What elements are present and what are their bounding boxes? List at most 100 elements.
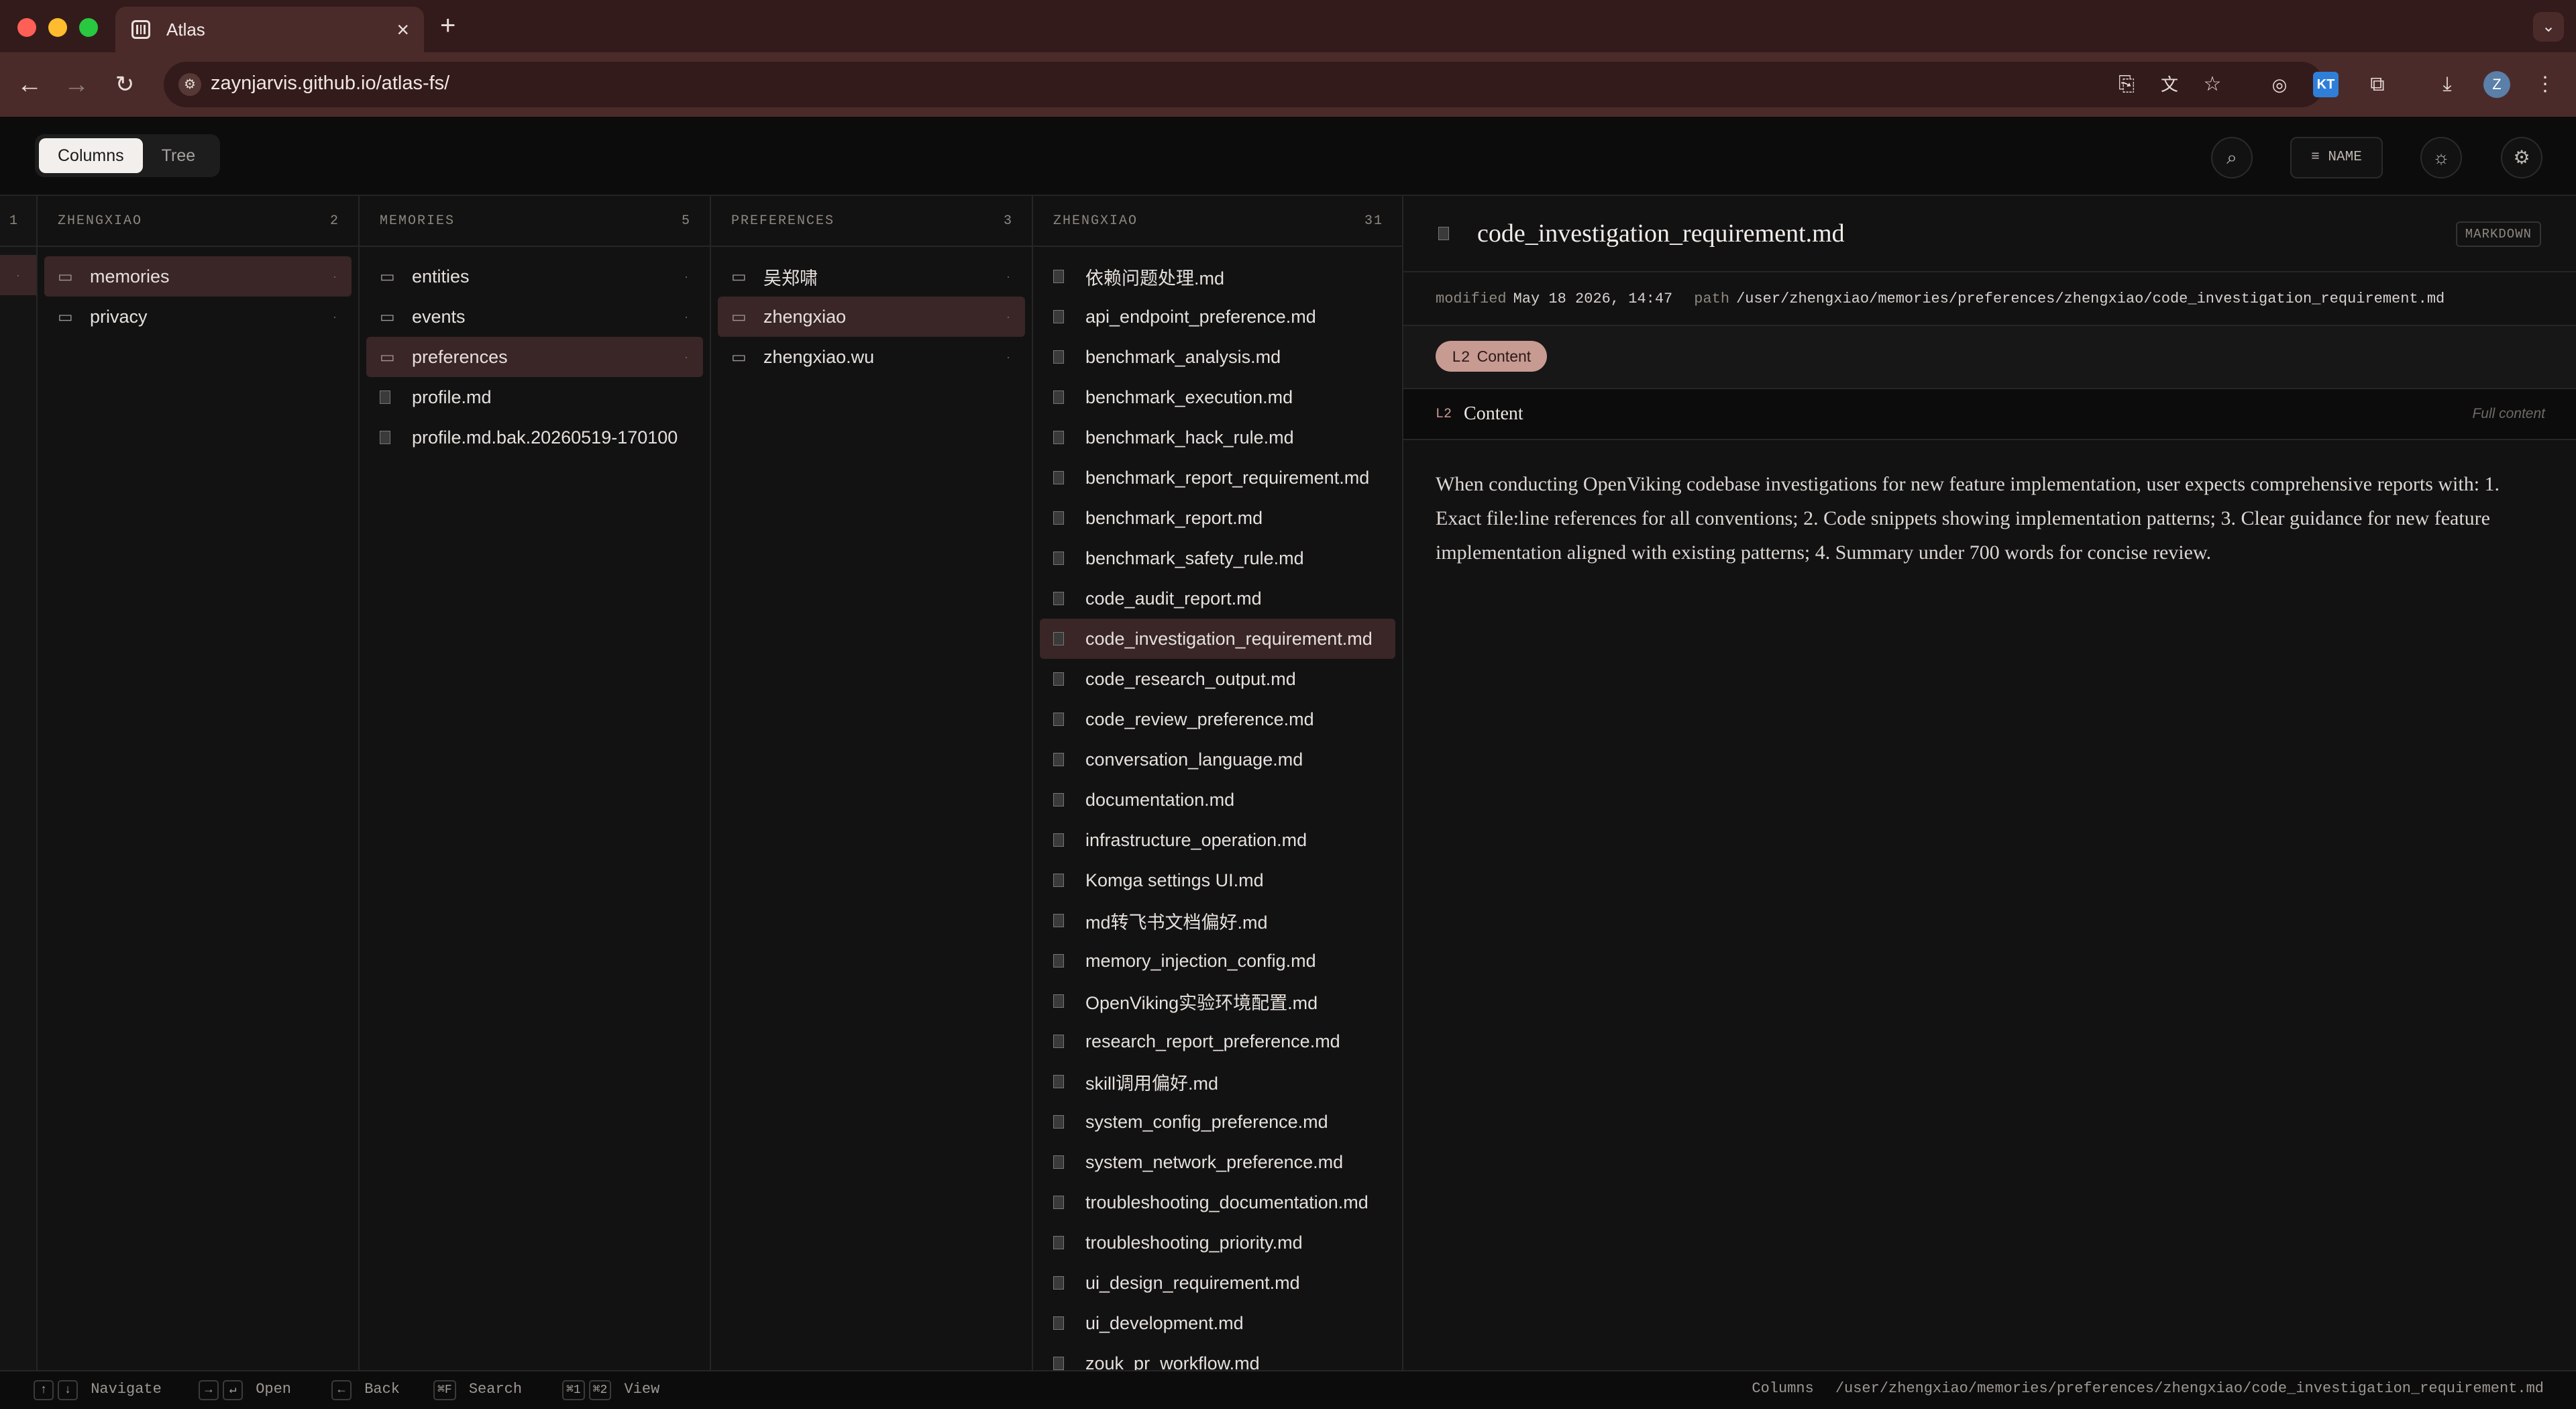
view-columns-button[interactable]: Columns	[39, 138, 143, 173]
folder-item[interactable]: ▭ events ·	[366, 297, 703, 337]
file-item[interactable]: skill调用偏好.md	[1040, 1061, 1395, 1102]
column-title: ZHENGXIAO	[58, 213, 143, 229]
folder-item[interactable]: ▭ 吴郑啸 ·	[718, 256, 1025, 297]
file-item[interactable]: troubleshooting_documentation.md	[1040, 1182, 1395, 1222]
search-icon[interactable]: ⌕	[2211, 137, 2253, 178]
file-item[interactable]: md转飞书文档偏好.md	[1040, 900, 1395, 941]
file-item[interactable]: system_network_preference.md	[1040, 1142, 1395, 1182]
browser-window: Atlas × + ⌄ ← → ↻ ⚙ zaynjarvis.github.io…	[0, 0, 2576, 1409]
sort-button[interactable]: ≡ NAME	[2290, 137, 2383, 178]
folder-item[interactable]: ▭ memories ·	[44, 256, 352, 297]
back-arrow-icon[interactable]: ←	[11, 66, 48, 103]
theme-sun-icon[interactable]: ☼	[2420, 137, 2462, 178]
tab-search-chevron-icon[interactable]: ⌄	[2533, 12, 2564, 42]
file-item[interactable]: benchmark_analysis.md	[1040, 337, 1395, 377]
file-item[interactable]: api_endpoint_preference.md	[1040, 297, 1395, 337]
site-settings-icon[interactable]: ⚙	[178, 73, 201, 96]
extensions-puzzle-icon[interactable]: ⧉	[2363, 70, 2392, 99]
item-name: benchmark_analysis.md	[1085, 346, 1281, 367]
file-item[interactable]: ui_development.md	[1040, 1303, 1395, 1343]
file-icon	[1053, 511, 1075, 525]
file-item[interactable]: benchmark_report_requirement.md	[1040, 458, 1395, 498]
file-item[interactable]: code_investigation_requirement.md	[1040, 619, 1395, 659]
browser-tab-atlas[interactable]: Atlas ×	[115, 7, 424, 52]
item-name: benchmark_execution.md	[1085, 386, 1293, 407]
hint-open: Open	[256, 1381, 292, 1398]
install-app-icon[interactable]: ⎘	[2112, 70, 2141, 99]
item-name: zhengxiao.wu	[763, 346, 875, 367]
file-item[interactable]: profile.md.bak.20260519-170100	[366, 417, 703, 458]
app-header: Columns Tree ⌕ ≡ NAME ☼ ⚙	[0, 117, 2576, 196]
file-item[interactable]: research_report_preference.md	[1040, 1021, 1395, 1061]
file-icon	[1053, 914, 1075, 927]
translate-icon[interactable]: 文	[2155, 70, 2184, 99]
file-item[interactable]: 依赖问题处理.md	[1040, 256, 1395, 297]
file-item[interactable]: documentation.md	[1040, 780, 1395, 820]
folder-item[interactable]: ▭ zhengxiao.wu ·	[718, 337, 1025, 377]
key-left: ←	[331, 1380, 352, 1400]
file-item[interactable]: Komga settings UI.md	[1040, 860, 1395, 900]
file-item[interactable]: benchmark_execution.md	[1040, 377, 1395, 417]
column-title: PREFERENCES	[731, 213, 835, 229]
minimize-window-button[interactable]	[48, 18, 67, 37]
file-item[interactable]: code_audit_report.md	[1040, 578, 1395, 619]
file-item[interactable]: OpenViking实验环境配置.md	[1040, 981, 1395, 1021]
sort-label: NAME	[2328, 150, 2362, 165]
browser-menu-icon[interactable]: ⋮	[2530, 70, 2560, 99]
file-item[interactable]: profile.md	[366, 377, 703, 417]
reload-icon[interactable]: ↻	[106, 66, 144, 103]
content-body: When conducting OpenViking codebase inve…	[1436, 473, 2500, 564]
chevron-icon: ·	[333, 309, 337, 323]
file-item[interactable]: infrastructure_operation.md	[1040, 820, 1395, 860]
close-tab-icon[interactable]: ×	[396, 17, 409, 42]
forward-arrow-icon[interactable]: →	[58, 66, 95, 103]
folder-item[interactable]: ▭ entities ·	[366, 256, 703, 297]
column-header: ZHENGXIAO 31	[1033, 196, 1402, 247]
zoom-window-button[interactable]	[79, 18, 98, 37]
bookmark-star-icon[interactable]: ☆	[2198, 70, 2227, 99]
item-name: code_investigation_requirement.md	[1085, 628, 1373, 649]
folder-item[interactable]: ▭ privacy ·	[44, 297, 352, 337]
item-name: research_report_preference.md	[1085, 1031, 1340, 1051]
folder-icon: ▭	[731, 348, 747, 366]
close-window-button[interactable]	[17, 18, 36, 37]
settings-gear-icon[interactable]: ⚙	[2501, 137, 2542, 178]
file-item[interactable]: benchmark_safety_rule.md	[1040, 538, 1395, 578]
folder-icon: ▭	[380, 307, 395, 326]
folder-item[interactable]: ▭ zhengxiao ·	[718, 297, 1025, 337]
depth-strip: 1 ·	[0, 196, 38, 1370]
hint-view: View	[624, 1381, 660, 1398]
file-item[interactable]: system_config_preference.md	[1040, 1102, 1395, 1142]
file-item[interactable]: troubleshooting_priority.md	[1040, 1222, 1395, 1263]
pill-level: L2	[1452, 349, 1470, 366]
column-header: PREFERENCES 3	[711, 196, 1032, 247]
incognito-glasses-icon[interactable]: ◎	[2265, 70, 2294, 99]
file-icon	[1053, 1357, 1075, 1370]
file-preview: code_investigation_requirement.md MARKDO…	[1403, 196, 2576, 1370]
file-item[interactable]: zouk_pr_workflow.md	[1040, 1343, 1395, 1370]
file-item[interactable]: code_review_preference.md	[1040, 699, 1395, 739]
column-title: ZHENGXIAO	[1053, 213, 1138, 229]
kt-extension-icon[interactable]: KT	[2313, 72, 2339, 97]
downloads-icon[interactable]: ⤓	[2432, 70, 2462, 99]
file-icon	[380, 390, 401, 404]
chevron-icon: ·	[684, 350, 688, 364]
folder-item[interactable]: ▭ preferences ·	[366, 337, 703, 377]
section-title: Content	[1464, 403, 1523, 424]
file-item[interactable]: code_research_output.md	[1040, 659, 1395, 699]
file-item[interactable]: conversation_language.md	[1040, 739, 1395, 780]
address-bar[interactable]: ⚙ zaynjarvis.github.io/atlas-fs/	[164, 62, 2324, 107]
new-tab-icon[interactable]: +	[440, 11, 455, 41]
file-item[interactable]: benchmark_hack_rule.md	[1040, 417, 1395, 458]
file-item[interactable]: benchmark_report.md	[1040, 498, 1395, 538]
depth-marker[interactable]: ·	[0, 255, 36, 295]
file-item[interactable]: ui_design_requirement.md	[1040, 1263, 1395, 1303]
status-bar: ↑ ↓ Navigate → ↵ Open ← Back ⌘F Search ⌘1 ⌘…	[0, 1370, 2576, 1409]
view-tree-button[interactable]: Tree	[143, 138, 214, 173]
level-pill-content[interactable]: L2 Content	[1436, 341, 1548, 372]
profile-avatar[interactable]: Z	[2483, 71, 2510, 98]
column-zhengxiao-files: ZHENGXIAO 31 依赖问题处理.md api_endpoint_prefere…	[1033, 196, 1403, 1370]
view-mode-toggle: Columns Tree	[35, 134, 220, 177]
file-item[interactable]: memory_injection_config.md	[1040, 941, 1395, 981]
key-search: ⌘F	[433, 1380, 456, 1400]
